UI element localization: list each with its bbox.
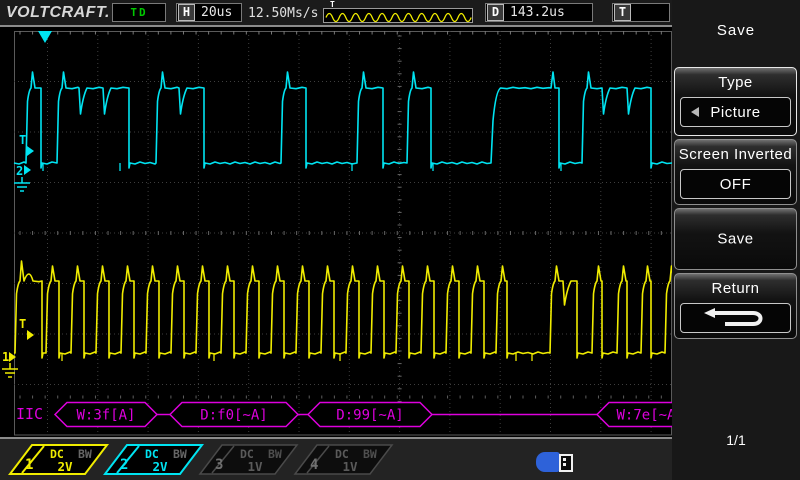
ch1-trigger-level-marker[interactable] — [27, 330, 34, 340]
screen-inverted-label: Screen Inverted — [675, 146, 796, 163]
sample-rate-readout: 12.50Ms/s — [248, 6, 318, 21]
return-arrow-icon — [701, 307, 771, 329]
trigger-icon: T — [614, 4, 631, 21]
trigger-status-badge: TD — [112, 3, 166, 22]
bandwidth-label: BW — [268, 447, 282, 461]
trigger-level-badge: T — [612, 3, 670, 22]
svg-text:T: T — [19, 133, 26, 147]
preview-trigger-marker: T — [330, 0, 335, 9]
decode-frame-text: D:f0[~A] — [200, 408, 267, 424]
bandwidth-label: BW — [78, 447, 92, 461]
menu-section-type[interactable]: Type Picture — [674, 67, 797, 136]
channel-badge-3[interactable]: 3DCBW1V — [198, 444, 300, 476]
usb-pin — [563, 458, 566, 461]
trigger-position-preview: T — [323, 8, 473, 23]
volts-per-div: 2V — [57, 459, 73, 474]
menu-section-save[interactable]: Save — [674, 208, 797, 270]
usb-pin — [563, 463, 566, 466]
scope-screen: IICW:3f[A]D:f0[~A]D:99[~A]W:7e[~ATT21 — [0, 27, 672, 437]
decode-frame-text: W:7e[~A — [616, 408, 676, 424]
bandwidth-label: BW — [173, 447, 187, 461]
channel-1-clock-trace — [14, 261, 674, 361]
delay-value: 143.2us — [504, 5, 571, 20]
menu-section-return[interactable]: Return — [674, 273, 797, 339]
i2c-decode-bus: IIC W:3f[A] D:f0[~A] D:99[~A] W:7e[~A — [16, 403, 676, 427]
screen-inverted-value-box[interactable]: OFF — [680, 169, 791, 199]
channel-number: 2 — [120, 457, 128, 473]
menu-section-screen-inverted[interactable]: Screen Inverted OFF — [674, 139, 797, 205]
bandwidth-label: BW — [363, 447, 377, 461]
delay-badge: D 143.2us — [485, 3, 593, 22]
ch2-position-marker[interactable] — [24, 165, 31, 175]
channel-badge-4[interactable]: 4DCBW1V — [293, 444, 395, 476]
horizontal-scale-badge: H 20us — [176, 3, 242, 22]
usb-body — [536, 452, 560, 472]
channel-number: 4 — [310, 457, 318, 473]
top-status-bar: VOLTCRAFT. TD H 20us 12.50Ms/s T D 143.2… — [0, 0, 672, 27]
ch2-trigger-level-marker[interactable] — [27, 146, 34, 156]
menu-page-indicator: 1/1 — [672, 432, 800, 448]
channel-badge-2[interactable]: 2DCBW2V — [103, 444, 205, 476]
trigger-status-text: TD — [130, 6, 147, 19]
svg-text:T: T — [19, 317, 26, 331]
usb-drive-icon — [536, 452, 574, 472]
decode-frame-text: D:99[~A] — [336, 408, 403, 424]
usb-plug — [559, 454, 573, 472]
preview-waveform-icon — [324, 11, 472, 24]
decode-frame-text: W:3f[A] — [76, 408, 135, 424]
svg-text:2: 2 — [16, 164, 23, 178]
h-icon: H — [178, 4, 195, 21]
timebase-value: 20us — [195, 5, 238, 20]
left-arrow-icon — [691, 107, 699, 117]
channel-number: 1 — [25, 457, 33, 473]
type-label: Type — [675, 74, 796, 91]
type-value-box[interactable]: Picture — [680, 97, 791, 127]
volts-per-div: 1V — [247, 459, 263, 474]
channel-2-data-trace — [14, 72, 672, 171]
volts-per-div: 2V — [152, 459, 168, 474]
return-button[interactable] — [680, 303, 791, 333]
channel-number: 3 — [215, 457, 223, 473]
svg-text:1: 1 — [2, 350, 9, 364]
save-button-label: Save — [675, 231, 796, 248]
delay-icon: D — [487, 4, 504, 21]
channel-badge-1[interactable]: 1DCBW2V — [8, 444, 110, 476]
screen-markers: T T 2 1 — [2, 31, 52, 377]
graticule — [14, 31, 672, 435]
menu-sections: Type Picture Screen Inverted OFF Save Re… — [674, 67, 797, 339]
screen-inverted-value: OFF — [720, 176, 752, 193]
volts-per-div: 1V — [342, 459, 358, 474]
channel-status-bar: 1DCBW2V2DCBW2V3DCBW1V4DCBW1V — [0, 437, 672, 480]
return-label: Return — [675, 280, 796, 297]
oscilloscope-ui: VOLTCRAFT. TD H 20us 12.50Ms/s T D 143.2… — [0, 0, 800, 480]
save-menu: Save Type Picture Screen Inverted OFF Sa… — [672, 0, 800, 480]
trigger-position-marker[interactable] — [38, 31, 52, 43]
menu-title: Save — [672, 22, 800, 39]
type-value: Picture — [710, 104, 760, 121]
waveform-display: IIC W:3f[A] D:f0[~A] D:99[~A] W:7e[~A T T 2 1 — [0, 27, 676, 437]
brand-logo: VOLTCRAFT. — [6, 4, 110, 22]
decode-bus-label: IIC — [16, 405, 43, 423]
